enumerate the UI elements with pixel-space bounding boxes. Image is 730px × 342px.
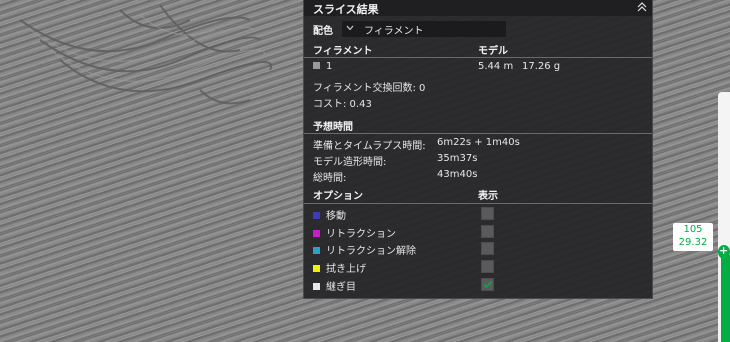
wipe-visibility-checkbox[interactable] — [481, 260, 494, 273]
total-time-label: 総時間: — [313, 173, 347, 184]
prep-timelapse-value: 6m22s + 1m40s — [437, 137, 520, 148]
filament-index: 1 — [326, 61, 333, 72]
filament-change-count: フィラメント交換回数: 0 — [313, 83, 426, 94]
model-column-header: モデル — [478, 46, 508, 57]
model-print-time-label: モデル造形時間: — [313, 157, 387, 168]
plus-icon: + — [719, 244, 729, 257]
option-deretraction: リトラクション解除 — [313, 242, 416, 257]
filament-length: 5.44 m — [478, 61, 514, 72]
model-print-time-value: 35m37s — [437, 153, 478, 164]
filament-row: 1 — [313, 61, 332, 72]
color-scheme-value: フィラメント — [364, 26, 424, 37]
cost-value: コスト: 0.43 — [313, 99, 372, 110]
slice-result-panel: スライス結果 配色 フィラメント フィラメント モデル 1 5.44 m 17.… — [303, 0, 653, 299]
filament-column-header: フィラメント — [313, 46, 373, 57]
chevron-down-icon — [346, 25, 354, 31]
panel-header[interactable]: スライス結果 — [304, 0, 652, 16]
option-travel: 移動 — [313, 207, 346, 222]
retraction-visibility-checkbox[interactable] — [481, 225, 494, 238]
layer-height: 29.32 — [678, 237, 708, 248]
option-seams: 継ぎ目 — [313, 278, 356, 293]
panel-title: スライス結果 — [313, 3, 379, 16]
total-time-value: 43m40s — [437, 169, 478, 180]
option-label: リトラクション — [326, 229, 396, 240]
layer-number: 105 — [683, 224, 703, 235]
option-label: 拭き上げ — [326, 264, 366, 275]
checkmark-icon — [483, 280, 493, 289]
seams-color-swatch — [313, 282, 320, 290]
prep-timelapse-label: 準備とタイムラプス時間: — [313, 141, 426, 152]
deretraction-visibility-checkbox[interactable] — [481, 242, 494, 255]
option-retraction: リトラクション — [313, 225, 396, 240]
divider — [304, 133, 652, 134]
wipe-color-swatch — [313, 264, 320, 272]
color-scheme-label: 配色 — [313, 26, 333, 37]
layer-indicator: 105 29.32 — [673, 223, 713, 251]
divider — [304, 57, 652, 58]
collapse-icon[interactable] — [636, 1, 648, 13]
seams-visibility-checkbox[interactable] — [481, 278, 494, 291]
option-wipe: 拭き上げ — [313, 260, 366, 275]
option-label: リトラクション解除 — [326, 246, 416, 257]
option-label: 継ぎ目 — [326, 282, 356, 293]
options-header: オプション — [313, 191, 363, 202]
travel-color-swatch — [313, 211, 320, 219]
estimated-time-header: 予想時間 — [313, 122, 353, 133]
travel-visibility-checkbox[interactable] — [481, 207, 494, 220]
filament-swatch — [313, 61, 320, 69]
deretraction-color-swatch — [313, 246, 320, 254]
layer-slider-handle[interactable]: + — [718, 244, 730, 259]
display-header: 表示 — [478, 191, 498, 202]
layer-slider-range — [721, 255, 730, 342]
retraction-color-swatch — [313, 229, 320, 237]
color-scheme-dropdown[interactable]: フィラメント — [342, 21, 506, 37]
divider — [304, 203, 652, 204]
option-label: 移動 — [326, 211, 346, 222]
filament-weight: 17.26 g — [522, 61, 561, 72]
